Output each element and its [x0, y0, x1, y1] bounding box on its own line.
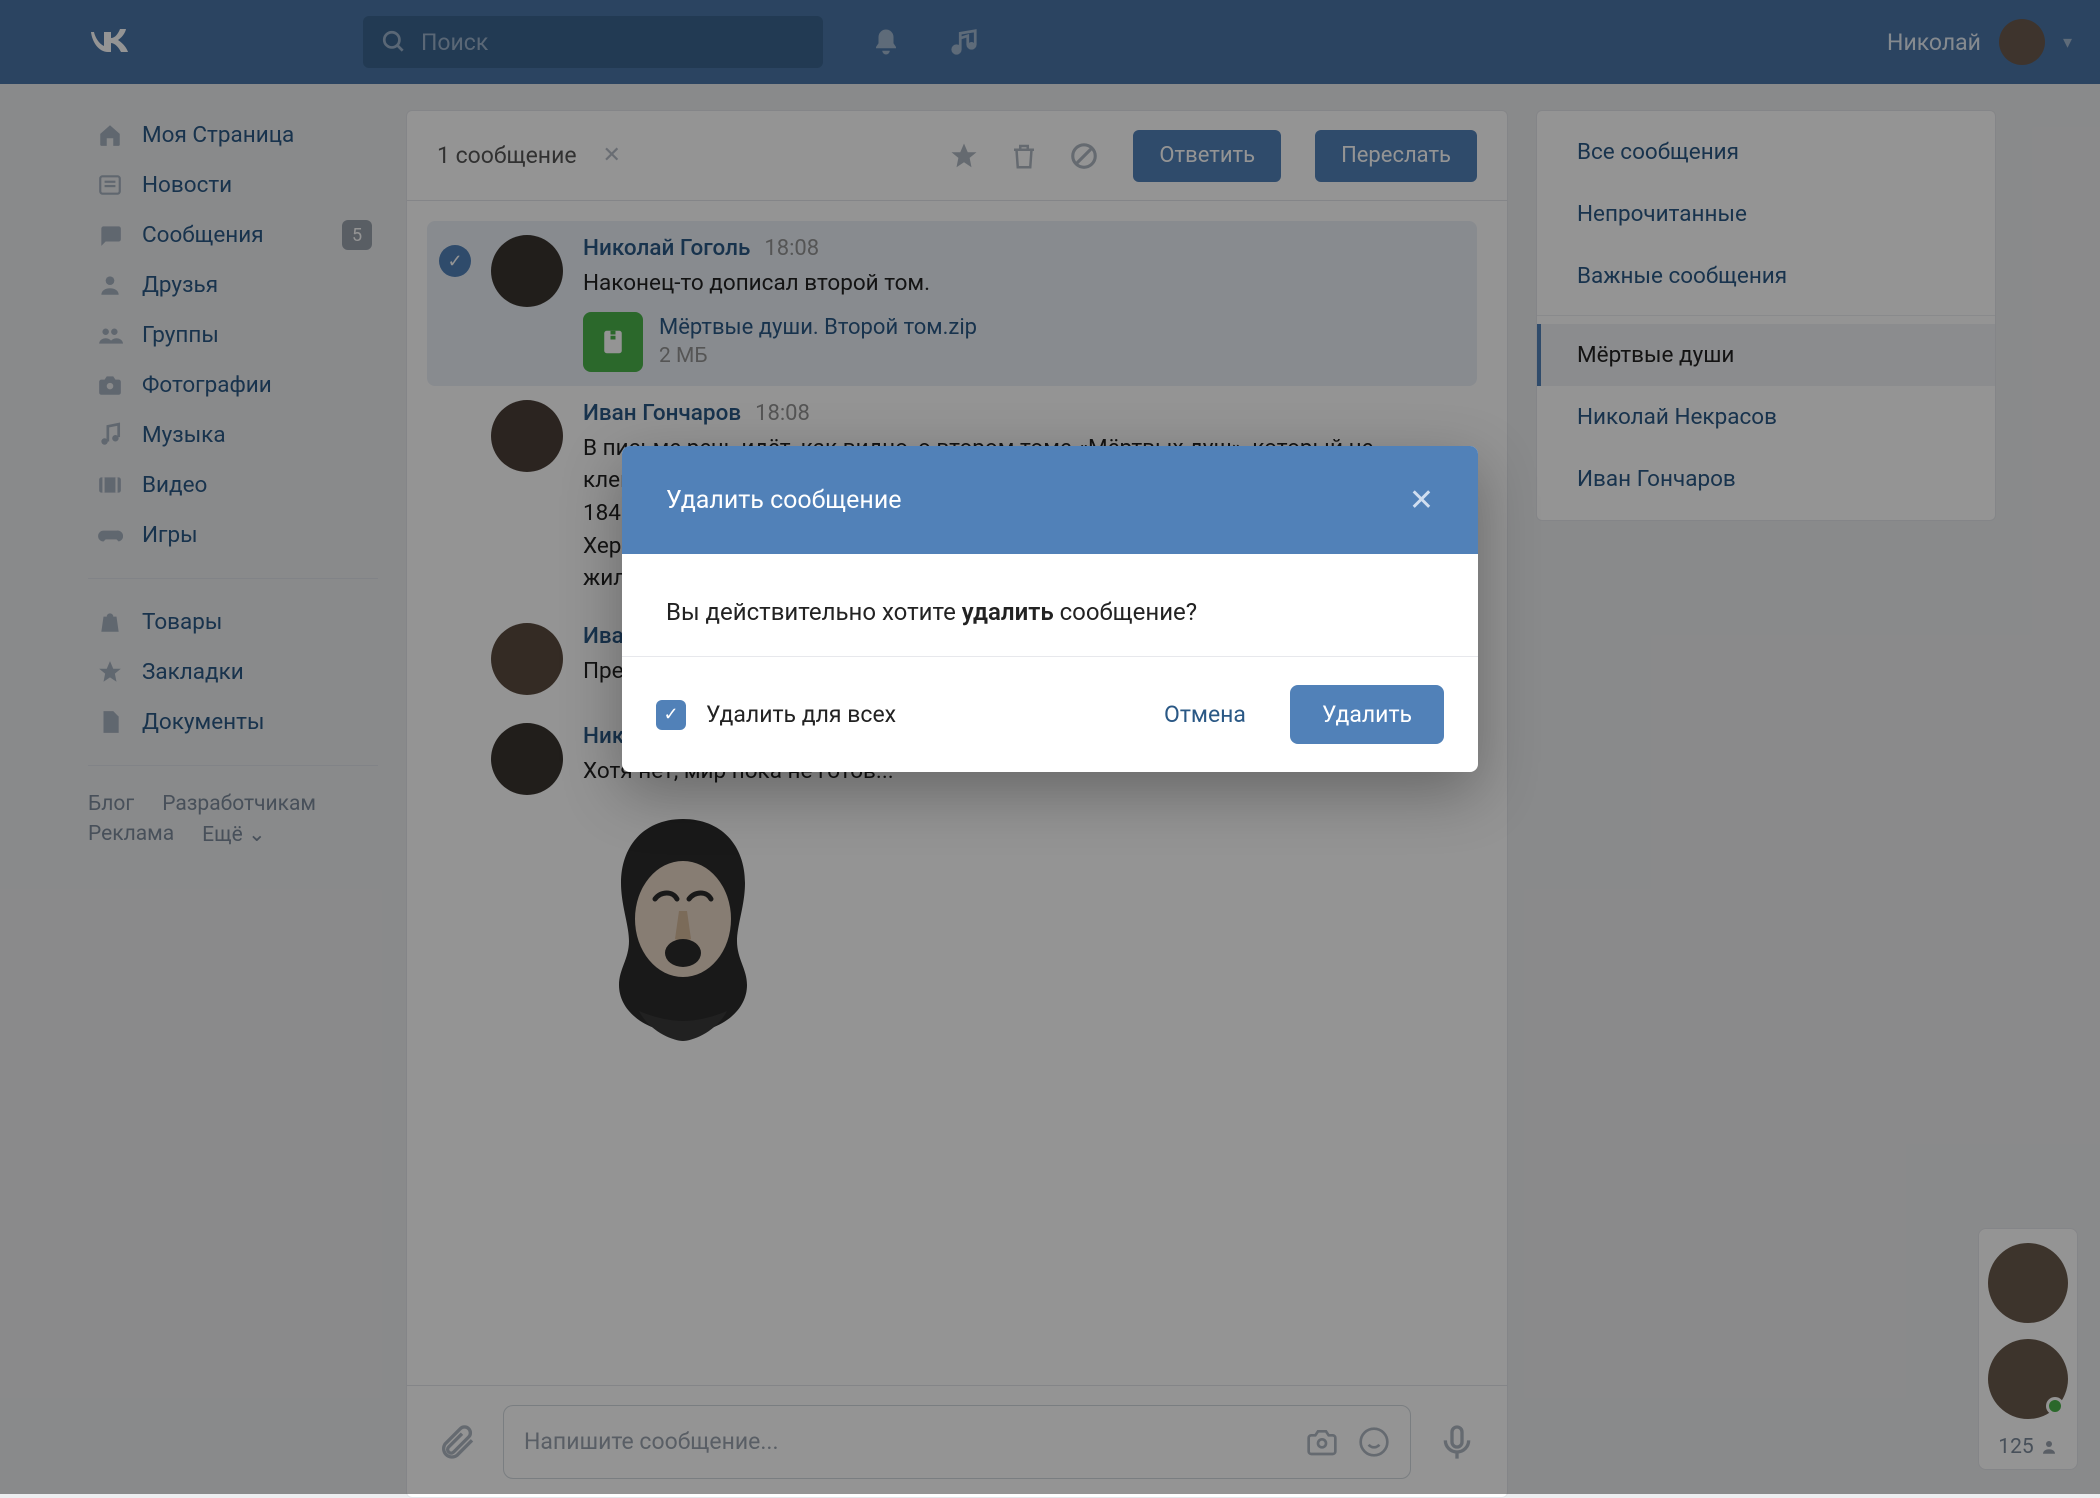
checkbox-delete-for-all[interactable]: ✓	[656, 700, 686, 730]
modal-title: Удалить сообщение	[666, 486, 902, 515]
modal-header: Удалить сообщение ✕	[622, 446, 1478, 554]
delete-button[interactable]: Удалить	[1290, 685, 1444, 744]
modal-body: Вы действительно хотите удалить сообщени…	[622, 554, 1478, 656]
delete-message-modal: Удалить сообщение ✕ Вы действительно хот…	[622, 446, 1478, 772]
checkbox-label[interactable]: Удалить для всех	[706, 701, 896, 728]
cancel-button[interactable]: Отмена	[1140, 687, 1270, 742]
modal-footer: ✓ Удалить для всех Отмена Удалить	[622, 656, 1478, 772]
close-icon[interactable]: ✕	[1409, 483, 1434, 518]
